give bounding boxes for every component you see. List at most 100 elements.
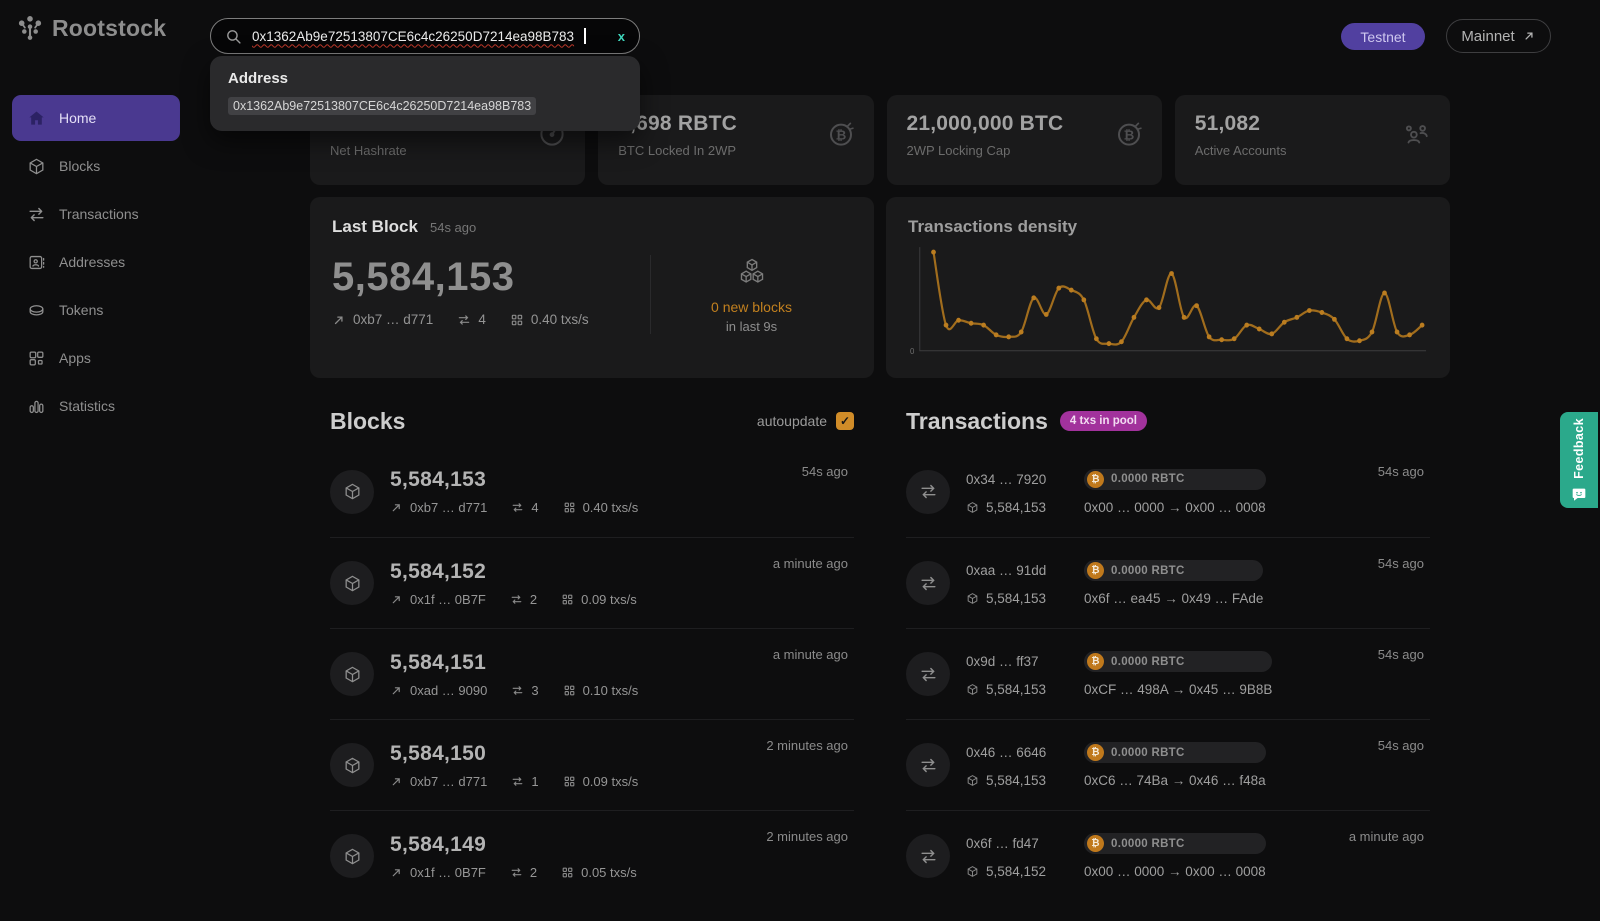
transaction-hash[interactable]: 0x46 … 6646 [966,745,1070,760]
transaction-route[interactable]: 0xC6 … 74Ba → 0x46 … f48a [1084,773,1266,788]
cube-icon [966,774,979,787]
sidebar: Home Blocks Transactions Addresses Token… [12,95,180,429]
cubes-icon [732,255,772,291]
clear-search-button[interactable]: x [618,29,625,44]
stat-card-active-accounts[interactable]: 51,082 Active Accounts [1175,95,1450,185]
testnet-button[interactable]: Testnet [1341,23,1425,50]
block-number[interactable]: 5,584,149 [390,833,637,857]
search-icon [225,28,242,45]
grid-icon [563,684,576,697]
block-row[interactable]: 5,584,152 0x1f … 0B7F 2 0.09 txs/s [330,537,854,628]
transaction-block[interactable]: 5,584,153 [966,500,1070,515]
last-block-number[interactable]: 5,584,153 [332,255,628,300]
transaction-block-number[interactable]: 5,584,153 [986,682,1046,697]
transaction-hash[interactable]: 0xaa … 91dd [966,563,1070,578]
transaction-block-number[interactable]: 5,584,153 [986,773,1046,788]
transaction-block[interactable]: 5,584,153 [966,773,1070,788]
density-chart-title: Transactions density [908,217,1428,237]
block-miner[interactable]: 0xb7 … d771 [410,774,487,789]
transaction-block-number[interactable]: 5,584,153 [986,500,1046,515]
suggestion-address-item[interactable]: 0x1362Ab9e72513807CE6c4c26250D7214ea98B7… [228,97,536,115]
rbtc-coin-icon: ₿ [1087,471,1104,488]
block-number[interactable]: 5,584,152 [390,560,637,584]
autoupdate-checkbox[interactable]: ✓ [836,412,854,430]
sidebar-item-blocks[interactable]: Blocks [12,143,180,189]
block-row[interactable]: 5,584,151 0xad … 9090 3 0.10 txs/s [330,628,854,719]
transaction-amount-pill: ₿ 0.0000 RBTC [1084,651,1272,672]
block-row[interactable]: 5,584,153 0xb7 … d771 4 0.40 txs/s [330,446,854,537]
chat-smiley-icon [1571,486,1587,502]
transaction-amount-pill: ₿ 0.0000 RBTC [1084,833,1266,854]
block-number[interactable]: 5,584,150 [390,742,638,766]
block-miner[interactable]: 0xad … 9090 [410,683,487,698]
sidebar-item-apps[interactable]: Apps [12,335,180,381]
external-link-arrow-icon [1522,29,1536,43]
block-miner[interactable]: 0xb7 … d771 [410,500,487,515]
sidebar-item-tokens[interactable]: Tokens [12,287,180,333]
cube-icon [343,574,362,593]
transaction-row[interactable]: 0x9d … ff37 ₿ 0.0000 RBTC 5,584,153 0xCF… [906,628,1430,719]
transaction-row[interactable]: 0xaa … 91dd ₿ 0.0000 RBTC 5,584,153 0x6f… [906,537,1430,628]
transaction-hash[interactable]: 0x9d … ff37 [966,654,1070,669]
feedback-button[interactable]: Feedback [1560,412,1598,508]
transfer-arrows-icon [457,313,471,327]
sidebar-item-label: Blocks [59,158,100,174]
search-input[interactable]: 0x1362Ab9e72513807CE6c4c26250D7214ea98B7… [210,18,640,54]
stat-value: 21,000,000 BTC [907,112,1142,136]
block-row[interactable]: 5,584,150 0xb7 … d771 1 0.09 txs/s [330,719,854,810]
transaction-time: 54s ago [1378,738,1424,753]
coin-icon [27,301,46,320]
transaction-avatar [906,743,950,787]
transaction-amount-pill: ₿ 0.0000 RBTC [1084,469,1266,490]
cube-icon [966,501,979,514]
block-avatar [330,561,374,605]
transaction-hash[interactable]: 0x6f … fd47 [966,836,1070,851]
transaction-block-number[interactable]: 5,584,153 [986,591,1046,606]
transaction-row[interactable]: 0x6f … fd47 ₿ 0.0000 RBTC 5,584,152 0x00… [906,810,1430,901]
transaction-block[interactable]: 5,584,153 [966,591,1070,606]
block-miner[interactable]: 0x1f … 0B7F [410,592,486,607]
miner-arrow-icon [390,501,403,514]
transaction-amount: 0.0000 RBTC [1111,656,1185,668]
transaction-block[interactable]: 5,584,152 [966,864,1070,879]
block-number[interactable]: 5,584,151 [390,651,638,675]
transfer-arrows-icon [919,665,938,684]
block-row[interactable]: 5,584,149 0x1f … 0B7F 2 0.05 txs/s [330,810,854,901]
transaction-route[interactable]: 0xCF … 498A → 0x45 … 9B8B [1084,682,1272,697]
autoupdate-control: autoupdate ✓ [757,412,854,430]
cube-icon [966,683,979,696]
transaction-amount: 0.0000 RBTC [1111,747,1185,759]
mainnet-button[interactable]: Mainnet [1446,19,1551,53]
sidebar-item-addresses[interactable]: Addresses [12,239,180,285]
sidebar-item-home[interactable]: Home [12,95,180,141]
grid-icon [561,866,574,879]
cube-icon [27,157,46,176]
sidebar-item-statistics[interactable]: Statistics [12,383,180,429]
txs-in-pool-badge[interactable]: 4 txs in pool [1060,411,1147,431]
rootstock-logo-icon [16,14,44,42]
transaction-block[interactable]: 5,584,153 [966,682,1070,697]
block-tx-count: 3 [531,683,538,698]
blocks-section: Blocks autoupdate ✓ 5 [310,402,874,901]
sidebar-item-transactions[interactable]: Transactions [12,191,180,237]
transaction-row[interactable]: 0x34 … 7920 ₿ 0.0000 RBTC 5,584,153 0x00… [906,446,1430,537]
rootstock-logo[interactable]: Rootstock [16,14,166,42]
last-block-miner[interactable]: 0xb7 … d771 [353,312,433,327]
stat-card-locking-cap[interactable]: 21,000,000 BTC 2WP Locking Cap ₿ [887,95,1162,185]
transaction-hash[interactable]: 0x34 … 7920 [966,472,1070,487]
transaction-block-number[interactable]: 5,584,152 [986,864,1046,879]
transaction-amount: 0.0000 RBTC [1111,838,1185,850]
cube-icon [343,665,362,684]
transaction-route[interactable]: 0x00 … 0000 → 0x00 … 0008 [1084,864,1266,879]
block-tx-count: 4 [531,500,538,515]
users-icon [1402,119,1432,149]
transaction-row[interactable]: 0x46 … 6646 ₿ 0.0000 RBTC 5,584,153 0xC6… [906,719,1430,810]
block-number[interactable]: 5,584,153 [390,468,638,492]
transaction-route[interactable]: 0x6f … ea45 → 0x49 … FAde [1084,591,1263,606]
block-rate: 0.09 txs/s [583,774,639,789]
blocks-section-title: Blocks [330,408,405,435]
transfer-arrows-icon [919,574,938,593]
bar-chart-icon [27,397,46,416]
transaction-route[interactable]: 0x00 … 0000 → 0x00 … 0008 [1084,500,1266,515]
block-miner[interactable]: 0x1f … 0B7F [410,865,486,880]
